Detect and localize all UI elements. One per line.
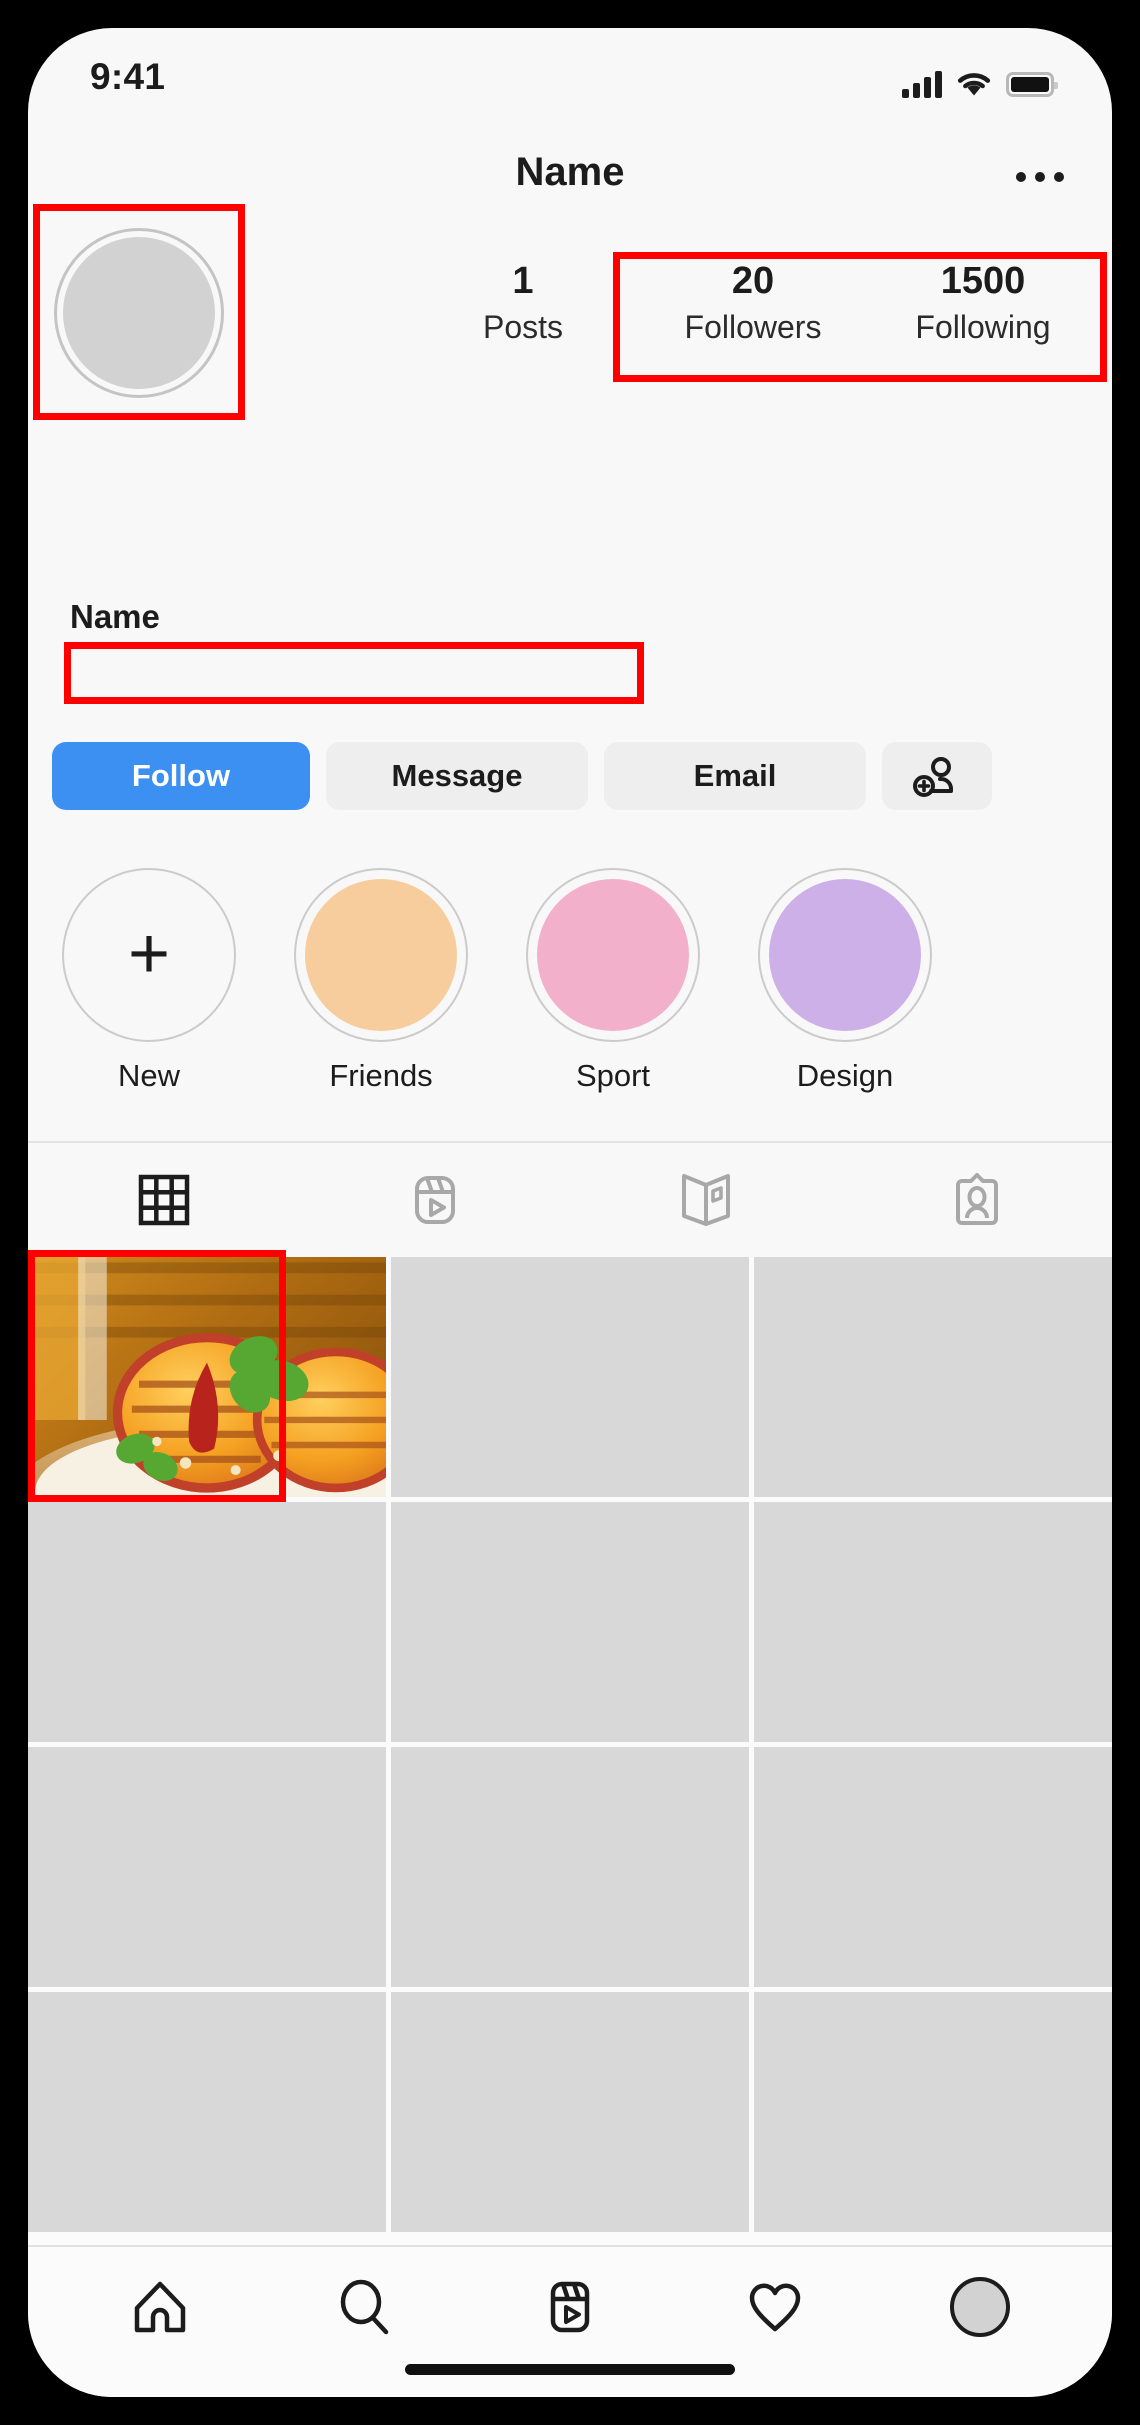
tagged-icon <box>955 1173 998 1225</box>
reels-icon <box>414 1176 455 1224</box>
wifi-icon <box>957 73 991 96</box>
profile-top-section: 1 Posts 20 Followers 1500 Following <box>28 204 1112 420</box>
grid-cell-empty[interactable] <box>754 1992 1112 2232</box>
stat-posts-label: Posts <box>482 308 564 345</box>
status-bar: 9:41 <box>28 28 1112 128</box>
avatar[interactable] <box>54 228 224 398</box>
grid-cell-empty[interactable] <box>391 1747 749 1987</box>
grilled-peaches-ricotta-toast-photo <box>28 1257 386 1497</box>
more-options-icon[interactable] <box>1010 164 1070 190</box>
nav-reels[interactable] <box>510 2262 630 2352</box>
nav-profile[interactable] <box>920 2262 1040 2352</box>
stat-followers-value: 20 <box>731 260 775 302</box>
highlight-thumbnail <box>769 879 921 1031</box>
tab-tagged[interactable] <box>841 1143 1112 1257</box>
plus-icon: + <box>127 914 171 995</box>
add-person-icon <box>913 757 953 797</box>
grid-cell-empty[interactable] <box>754 1257 1112 1497</box>
highlight-label: New <box>117 1058 180 1093</box>
grid-cell-empty[interactable] <box>28 1747 386 1987</box>
grid-post-photo[interactable] <box>28 1257 386 1497</box>
tab-reels[interactable] <box>299 1143 570 1257</box>
phone-screen: 9:41 Name 1 Posts 20 Followers 1500 Foll… <box>28 28 1112 2397</box>
grid-cell-empty[interactable] <box>754 1502 1112 1742</box>
stat-followers-label: Followers <box>684 308 822 345</box>
highlight-thumbnail <box>305 879 457 1031</box>
highlight-thumbnail <box>537 879 689 1031</box>
content-tabs <box>28 1143 1112 1257</box>
heart-icon <box>749 2283 801 2332</box>
grid-cell-empty[interactable] <box>754 1747 1112 1987</box>
phone-frame: 9:41 Name 1 Posts 20 Followers 1500 Foll… <box>18 18 1122 2407</box>
profile-avatar-icon <box>949 2277 1010 2337</box>
bio-name-label: Name <box>70 598 160 635</box>
message-button[interactable]: Message <box>326 742 588 810</box>
highlight-ring <box>526 868 700 1042</box>
avatar-placeholder-icon <box>63 237 215 389</box>
status-time: 9:41 <box>90 56 166 97</box>
nav-search[interactable] <box>305 2262 425 2352</box>
stat-following-label: Following <box>915 308 1051 345</box>
photo-grid <box>28 1257 1112 2266</box>
stats-row: 1 Posts 20 Followers 1500 Following <box>408 260 1098 346</box>
add-person-button[interactable] <box>882 742 992 810</box>
grid-cell-empty[interactable] <box>391 1992 749 2232</box>
search-icon <box>340 2279 389 2335</box>
highlight-ring <box>294 868 468 1042</box>
action-buttons-row: Follow Message Email <box>52 742 1088 810</box>
grid-cell-empty[interactable] <box>391 1257 749 1497</box>
battery-icon <box>1006 72 1058 97</box>
highlight-friends[interactable]: Friends <box>294 868 468 1094</box>
highlight-ring <box>758 868 932 1042</box>
stat-following[interactable]: 1500 Following <box>868 260 1098 346</box>
page-title: Name <box>515 150 625 194</box>
reels-icon <box>550 2281 590 2333</box>
bio-input[interactable] <box>64 642 644 704</box>
follow-button[interactable]: Follow <box>52 742 310 810</box>
tab-guides[interactable] <box>570 1143 841 1257</box>
status-icons <box>902 60 1058 98</box>
email-button[interactable]: Email <box>604 742 866 810</box>
highlight-label: Sport <box>575 1058 651 1093</box>
home-icon <box>135 2281 186 2333</box>
highlight-label: Design <box>796 1058 894 1093</box>
grid-cell-empty[interactable] <box>28 1992 386 2232</box>
nav-home[interactable] <box>100 2262 220 2352</box>
highlight-design[interactable]: Design <box>758 868 932 1094</box>
stat-followers[interactable]: 20 Followers <box>638 260 868 346</box>
nav-activity[interactable] <box>715 2262 835 2352</box>
guides-icon <box>681 1174 730 1226</box>
stat-posts-value: 1 <box>512 260 534 302</box>
home-indicator <box>405 2364 735 2375</box>
tab-grid[interactable] <box>28 1143 299 1257</box>
highlight-sport[interactable]: Sport <box>526 868 700 1094</box>
nav-header: Name <box>28 128 1112 220</box>
highlight-label: Friends <box>329 1058 433 1093</box>
grid-icon <box>138 1174 189 1226</box>
highlight-ring: + <box>62 868 236 1042</box>
stat-following-value: 1500 <box>940 260 1026 302</box>
stat-posts[interactable]: 1 Posts <box>408 260 638 346</box>
highlight-new[interactable]: + New <box>62 868 236 1094</box>
story-highlights-row: + New Friends Sport Design <box>28 868 1112 1094</box>
signal-bars-icon <box>902 71 942 98</box>
grid-cell-empty[interactable] <box>28 1502 386 1742</box>
grid-cell-empty[interactable] <box>391 1502 749 1742</box>
